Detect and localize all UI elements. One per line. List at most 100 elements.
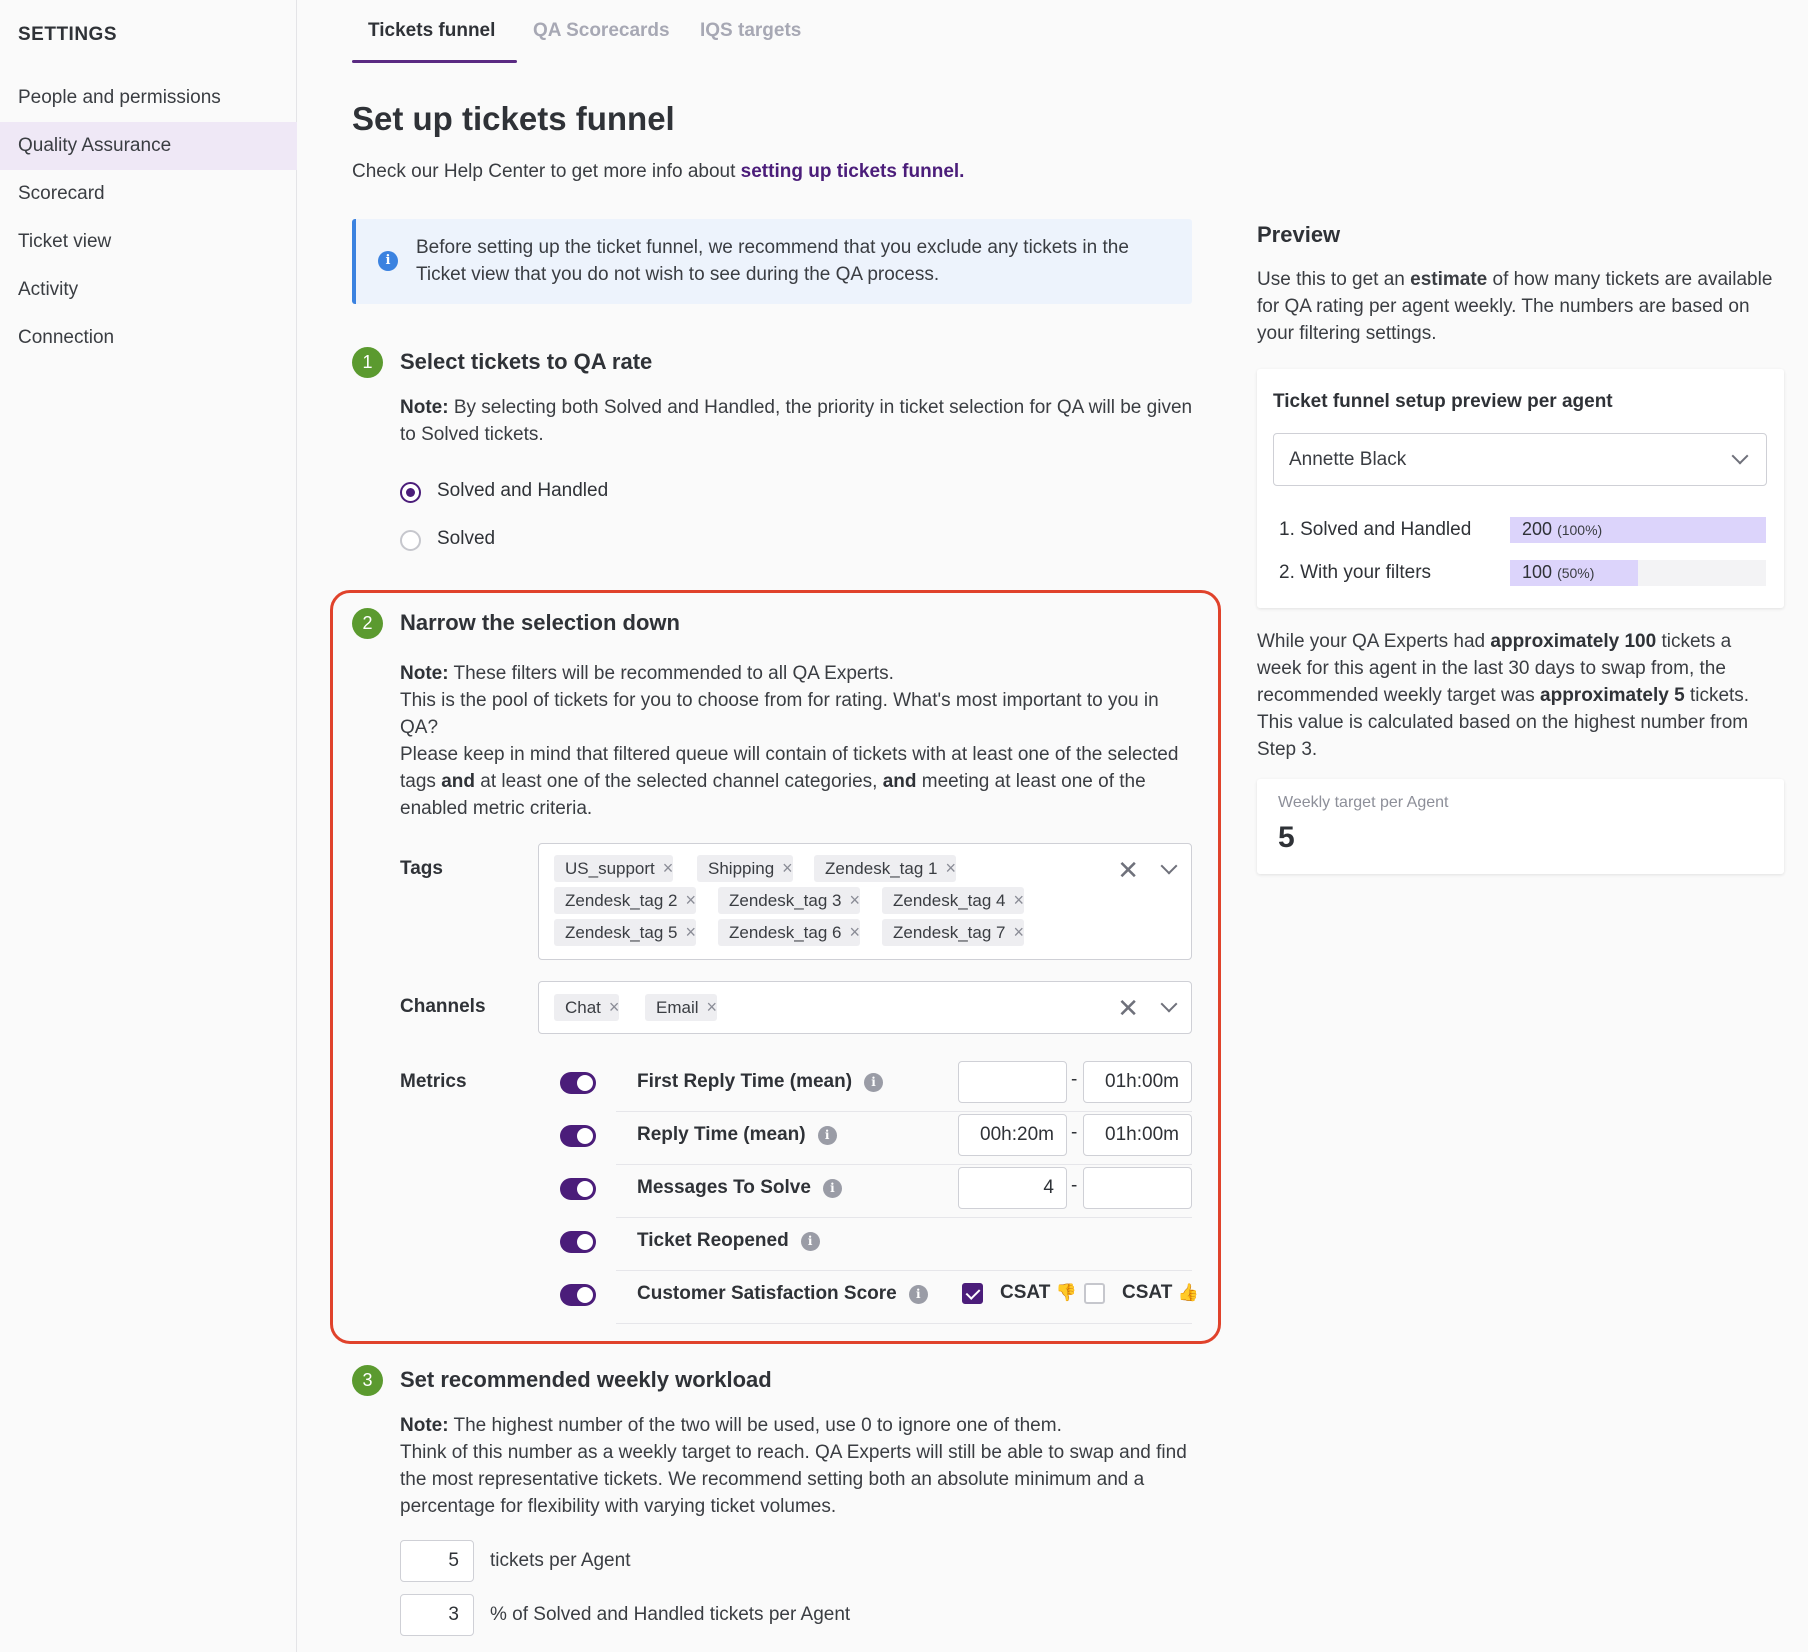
metric-toggle[interactable]	[560, 1125, 596, 1147]
metric-max-input[interactable]: 01h:00m	[1083, 1061, 1192, 1103]
remove-channel-icon[interactable]: ×	[609, 997, 620, 1017]
clear-tags-icon[interactable]: ✕	[1117, 857, 1139, 883]
step-2-description: Note: These filters will be recommended …	[400, 660, 1200, 822]
step-3-badge: 3	[352, 1365, 383, 1396]
help-center-link[interactable]: setting up tickets funnel.	[741, 161, 965, 182]
info-icon[interactable]: i	[800, 1232, 820, 1251]
metric-toggle[interactable]	[560, 1072, 596, 1094]
preview-description: Use this to get an estimate of how many …	[1257, 269, 1773, 344]
info-callout: i Before setting up the ticket funnel, w…	[352, 219, 1192, 304]
sidebar-item-quality-assurance[interactable]: Quality Assurance	[0, 122, 297, 170]
info-icon[interactable]: i	[908, 1285, 928, 1304]
remove-tag-icon[interactable]: ×	[945, 858, 956, 878]
step-3-title: Set recommended weekly workload	[400, 1367, 772, 1392]
step-1-note: Note: By selecting both Solved and Handl…	[400, 394, 1200, 448]
tag-chip-label: Zendesk_tag 4	[893, 891, 1006, 910]
radio-button[interactable]	[400, 530, 421, 551]
note-text: These filters will be recommended to all…	[448, 663, 894, 684]
radio-label: Solved	[437, 528, 496, 549]
tag-chip: Zendesk_tag 5 ×	[554, 919, 696, 946]
description-text: at least one of the selected channel cat…	[474, 771, 883, 792]
tag-chip: Zendesk_tag 4 ×	[882, 887, 1024, 914]
tab-iqs-targets[interactable]: IQS targets	[700, 20, 801, 42]
sidebar-item-ticket-view[interactable]: Ticket view	[0, 218, 297, 266]
metric-min-input[interactable]: 00h:20m	[958, 1114, 1067, 1156]
description-line: This is the pool of tickets for you to c…	[400, 690, 1159, 738]
tag-chip-label: Zendesk_tag 2	[565, 891, 678, 910]
and-emphasis: and	[882, 771, 917, 792]
active-tab-indicator	[352, 60, 517, 63]
remove-tag-icon[interactable]: ×	[663, 858, 674, 878]
metric-min-input[interactable]	[958, 1061, 1067, 1103]
metric-name: First Reply Time (mean) i	[637, 1071, 884, 1093]
tag-chip: Zendesk_tag 7 ×	[882, 919, 1024, 946]
csat-thumbs-up-checkbox[interactable]	[1084, 1283, 1105, 1304]
tag-chip: Shipping ×	[697, 855, 793, 882]
remove-tag-icon[interactable]: ×	[782, 858, 793, 878]
remove-tag-icon[interactable]: ×	[685, 890, 696, 910]
agent-select-value: Annette Black	[1289, 449, 1407, 470]
remove-channel-icon[interactable]: ×	[707, 997, 718, 1017]
csat-thumbs-up-label: CSAT 👍	[1122, 1282, 1199, 1303]
info-icon[interactable]: i	[822, 1179, 842, 1198]
radio-label: Solved and Handled	[437, 480, 609, 501]
radio-button-checked[interactable]	[400, 482, 421, 503]
tag-chip-label: Zendesk_tag 1	[825, 859, 938, 878]
metric-toggle[interactable]	[560, 1231, 596, 1253]
remove-tag-icon[interactable]: ×	[849, 890, 860, 910]
channel-chip: Email ×	[645, 994, 718, 1021]
note-text: The highest number of the two will be us…	[448, 1415, 1062, 1436]
help-prefix: Check our Help Center to get more info a…	[352, 161, 741, 182]
tag-chip: Zendesk_tag 2 ×	[554, 887, 696, 914]
sidebar-item-people-and-permissions[interactable]: People and permissions	[0, 74, 297, 122]
clear-channels-icon[interactable]: ✕	[1117, 995, 1139, 1021]
percent-per-agent-input[interactable]: 3	[400, 1594, 474, 1636]
info-icon[interactable]: i	[864, 1073, 884, 1092]
remove-tag-icon[interactable]: ×	[1013, 890, 1024, 910]
range-dash: -	[1071, 1069, 1078, 1090]
metric-name: Ticket Reopened i	[637, 1230, 820, 1252]
metric-max-input[interactable]: 01h:00m	[1083, 1114, 1192, 1156]
weekly-target-card: Weekly target per Agent 5	[1257, 779, 1784, 874]
description-line: Think of this number as a weekly target …	[400, 1442, 1187, 1517]
tag-chip-label: Shipping	[708, 859, 775, 878]
funnel-bar-value: 200 (100%)	[1522, 519, 1603, 539]
channel-chip: Chat ×	[554, 994, 620, 1021]
metric-toggle[interactable]	[560, 1284, 596, 1306]
funnel-bar-track: 100 (50%)	[1510, 560, 1766, 586]
divider	[616, 1323, 1192, 1324]
metric-row-reply-time: Reply Time (mean) i 00h:20m - 01h:00m	[538, 1112, 1192, 1165]
metric-row-ticket-reopened: Ticket Reopened i	[538, 1218, 1192, 1271]
info-icon[interactable]: i	[817, 1126, 837, 1145]
tab-tickets-funnel[interactable]: Tickets funnel	[368, 20, 495, 42]
sidebar-item-activity[interactable]: Activity	[0, 266, 297, 314]
remove-tag-icon[interactable]: ×	[849, 922, 860, 942]
csat-thumbs-down-label: CSAT 👎	[1000, 1282, 1077, 1303]
tickets-per-agent-input[interactable]: 5	[400, 1540, 474, 1582]
metrics-label: Metrics	[400, 1071, 467, 1092]
tags-multiselect[interactable]: US_support × Shipping × Zendesk_tag 1 × Zen…	[538, 843, 1192, 960]
csat-thumbs-down-checkbox[interactable]	[962, 1283, 983, 1304]
chevron-down-icon[interactable]	[1160, 857, 1178, 875]
estimate-description: While your QA Experts had approximately …	[1257, 631, 1750, 760]
tab-qa-scorecards[interactable]: QA Scorecards	[533, 20, 670, 42]
range-dash: -	[1071, 1175, 1078, 1196]
channels-multiselect[interactable]: Chat × Email × ✕	[538, 981, 1192, 1034]
remove-tag-icon[interactable]: ×	[1013, 922, 1024, 942]
remove-tag-icon[interactable]: ×	[685, 922, 696, 942]
funnel-bar-value: 100 (50%)	[1522, 562, 1595, 582]
channels-label: Channels	[400, 996, 486, 1017]
metric-toggle[interactable]	[560, 1178, 596, 1200]
channel-chip-label: Chat	[565, 998, 601, 1017]
metric-row-csat: Customer Satisfaction Score i CSAT 👎 CSAT…	[538, 1271, 1199, 1324]
sidebar-item-connection[interactable]: Connection	[0, 314, 297, 362]
note-text: By selecting both Solved and Handled, th…	[400, 397, 1193, 445]
chevron-down-icon[interactable]	[1160, 995, 1178, 1013]
step-2-badge: 2	[352, 608, 383, 639]
agent-select[interactable]: Annette Black	[1273, 433, 1767, 486]
tag-chip-label: Zendesk_tag 6	[729, 923, 842, 942]
metric-min-input[interactable]: 4	[958, 1167, 1067, 1209]
sidebar-item-scorecard[interactable]: Scorecard	[0, 170, 297, 218]
metric-max-input[interactable]	[1083, 1167, 1192, 1209]
metric-name: Customer Satisfaction Score i	[637, 1283, 928, 1305]
